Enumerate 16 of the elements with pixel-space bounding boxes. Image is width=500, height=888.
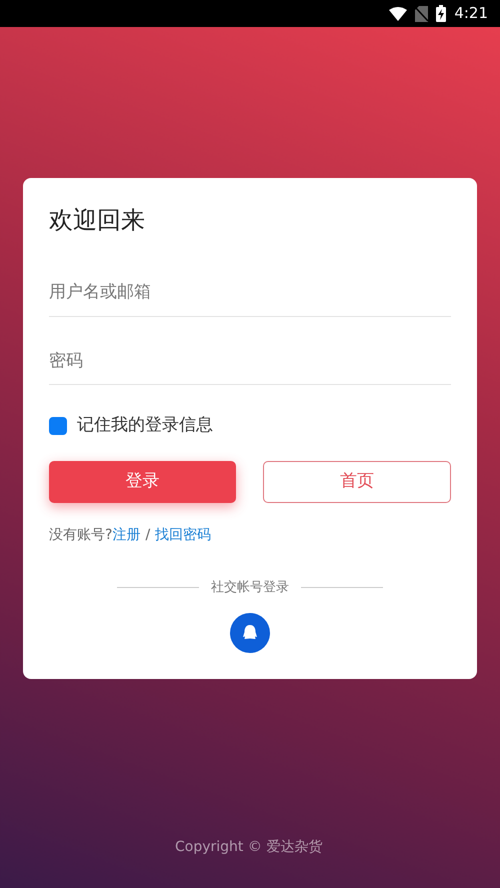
social-login-label: 社交帐号登录 xyxy=(211,578,289,596)
remember-label: 记住我的登录信息 xyxy=(77,414,213,437)
prompt-text: 没有账号? xyxy=(49,526,112,544)
clock-time: 4:21 xyxy=(454,3,488,24)
penguin-login-icon[interactable] xyxy=(230,613,270,653)
forgot-password-link[interactable]: 找回密码 xyxy=(155,524,212,546)
register-link[interactable]: 注册 xyxy=(112,524,140,546)
login-button[interactable]: 登录 xyxy=(49,460,236,502)
wifi-icon xyxy=(389,6,408,20)
home-button[interactable]: 首页 xyxy=(262,460,451,502)
no-sim-icon xyxy=(415,6,428,22)
copyright-text: Copyright © 爱达杂货 xyxy=(175,839,322,855)
remember-checkbox[interactable] xyxy=(49,416,67,435)
battery-charging-icon xyxy=(436,5,446,22)
card-title: 欢迎回来 xyxy=(49,205,146,236)
separator-text: / xyxy=(145,526,150,544)
